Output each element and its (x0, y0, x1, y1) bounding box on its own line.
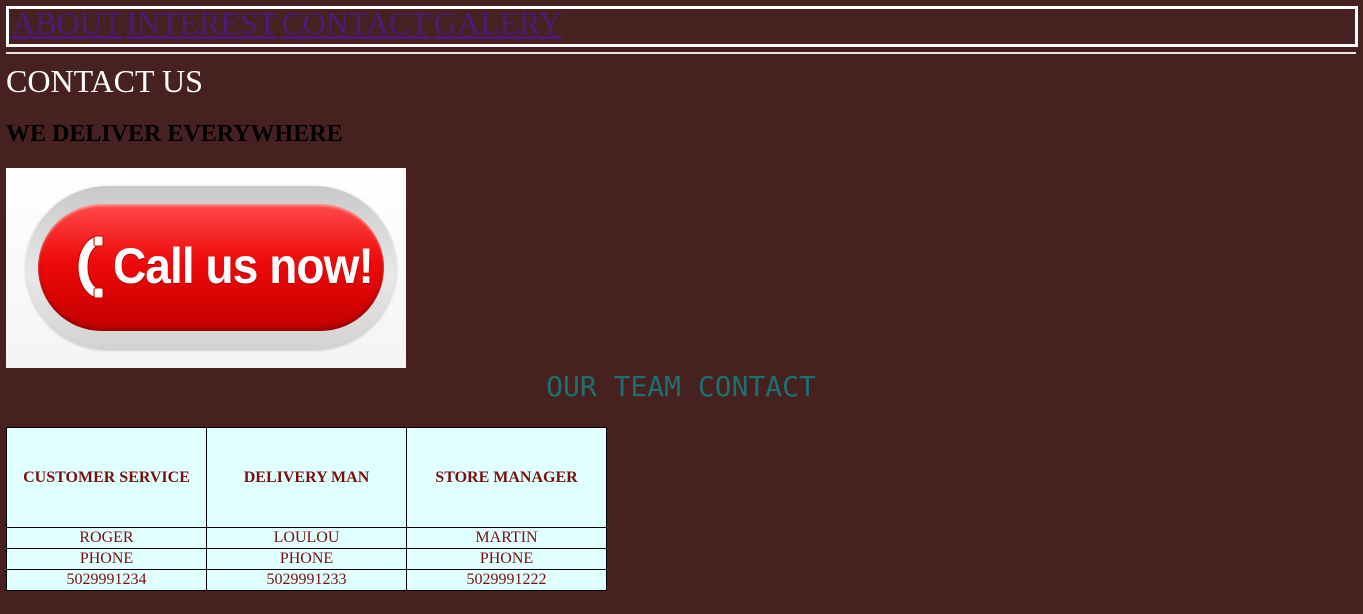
table-row: 5029991234 5029991233 5029991222 (6, 569, 607, 591)
header-delivery-man: DELIVERY MAN (206, 427, 407, 528)
call-us-banner-image: Call us now! (6, 168, 406, 368)
call-us-text: Call us now! (113, 238, 374, 294)
header-store-manager: STORE MANAGER (406, 427, 607, 528)
table-header-row: CUSTOMER SERVICE DELIVERY MAN STORE MANA… (6, 427, 607, 528)
cell-phone-label: PHONE (6, 548, 207, 570)
cell-phone-number: 5029991233 (206, 569, 407, 591)
nav-link-interest[interactable]: INTEREST (126, 5, 277, 41)
cell-phone-label: PHONE (406, 548, 607, 570)
phone-icon (77, 235, 104, 299)
cell-phone-label: PHONE (206, 548, 407, 570)
top-nav: ABOUT INTEREST CONTACT GALERY (6, 6, 1358, 47)
cell-name: LOULOU (206, 527, 407, 549)
call-us-button-frame: Call us now! (26, 186, 396, 349)
team-contact-title: OUR TEAM CONTACT (546, 370, 816, 403)
team-contact-table: CUSTOMER SERVICE DELIVERY MAN STORE MANA… (6, 427, 607, 591)
call-us-button: Call us now! (38, 204, 384, 331)
cell-name: MARTIN (406, 527, 607, 549)
cell-phone-number: 5029991234 (6, 569, 207, 591)
page-title: CONTACT US (6, 63, 203, 99)
nav-link-about[interactable]: ABOUT (12, 5, 122, 41)
cell-phone-number: 5029991222 (406, 569, 607, 591)
table-row: ROGER LOULOU MARTIN (6, 527, 607, 549)
cell-name: ROGER (6, 527, 207, 549)
horizontal-rule (6, 52, 1356, 54)
nav-link-contact[interactable]: CONTACT (281, 5, 430, 41)
nav-link-galery[interactable]: GALERY (434, 5, 562, 41)
header-customer-service: CUSTOMER SERVICE (6, 427, 207, 528)
page-subtitle: WE DELIVER EVERYWHERE (6, 121, 343, 147)
table-row: PHONE PHONE PHONE (6, 548, 607, 570)
